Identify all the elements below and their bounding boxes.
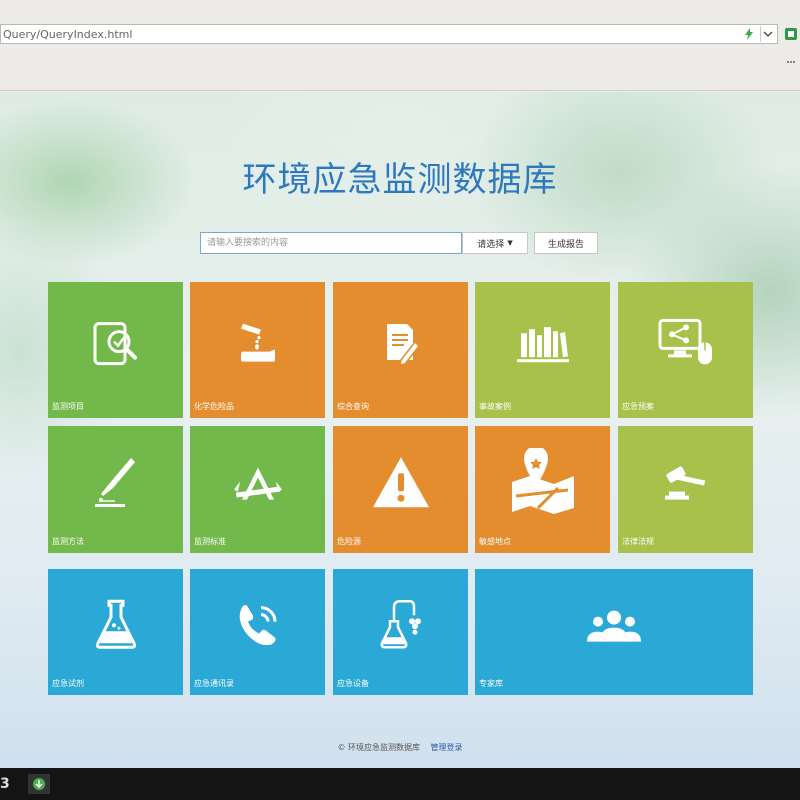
chemical-pour-icon (233, 318, 283, 372)
dropdown-icon[interactable] (760, 26, 775, 42)
document-pen-icon (379, 320, 423, 370)
warning-icon (371, 455, 431, 513)
category-select[interactable]: 请选择 ▼ (462, 232, 528, 254)
caret-down-icon: ▼ (507, 239, 513, 247)
tile-emergency-reagents[interactable]: 应急试剂 (48, 569, 183, 695)
tile-expert-database[interactable]: 专家库 (475, 569, 753, 695)
tile-label: 监测方法 (52, 537, 84, 546)
tile-label: 监测项目 (52, 402, 84, 411)
admin-login-link[interactable]: 管理登录 (431, 743, 463, 752)
books-icon (515, 321, 571, 369)
tile-label: 应急通讯录 (194, 679, 234, 688)
gavel-icon (661, 463, 711, 507)
tile-laws-regulations[interactable]: 法律法规 (618, 426, 753, 553)
tile-emergency-contacts[interactable]: 应急通讯录 (190, 569, 325, 695)
toolbar-divider (0, 90, 800, 91)
tile-accident-cases[interactable]: 事故案例 (475, 282, 610, 418)
tile-label: 监测标准 (194, 537, 226, 546)
taskbar-app-icon[interactable] (28, 774, 50, 794)
tile-comprehensive-query[interactable]: 综合查询 (333, 282, 468, 418)
lightning-icon[interactable] (742, 26, 756, 42)
compass-ruler-icon (230, 463, 286, 507)
people-group-icon (584, 606, 644, 650)
phone-icon (233, 600, 283, 654)
menu-dots-icon[interactable] (786, 52, 796, 71)
pipette-icon (91, 454, 141, 514)
tile-label: 事故案例 (479, 402, 511, 411)
search-input[interactable] (200, 232, 462, 254)
generate-report-button[interactable]: 生成报告 (534, 232, 598, 254)
computer-network-icon (656, 316, 716, 372)
page-title: 环境应急监测数据库 (242, 160, 558, 200)
tile-monitoring-methods[interactable]: 监测方法 (48, 426, 183, 553)
taskbar: 3 (0, 768, 800, 800)
tile-hazardous-chemicals[interactable]: 化学危险品 (190, 282, 325, 418)
tablet-search-icon (91, 318, 141, 372)
tile-label: 综合查询 (337, 402, 369, 411)
footer-copyright: © 环境应急监测数据库 (337, 743, 420, 752)
tile-hazard-sources[interactable]: 危险源 (333, 426, 468, 553)
flask-icon (94, 597, 138, 655)
tile-label: 应急设备 (337, 679, 369, 688)
map-pin-icon (508, 445, 578, 518)
tile-monitoring-items[interactable]: 监测项目 (48, 282, 183, 418)
tile-emergency-equipment[interactable]: 应急设备 (333, 569, 468, 695)
address-url[interactable]: Query/QueryIndex.html (3, 28, 132, 41)
tile-label: 应急预案 (622, 402, 654, 411)
tile-sensitive-locations[interactable]: 敏感地点 (475, 426, 610, 553)
tile-label: 专家库 (479, 679, 503, 688)
tile-label: 敏感地点 (479, 537, 511, 546)
tile-label: 应急试剂 (52, 679, 84, 688)
tile-monitoring-standards[interactable]: 监测标准 (190, 426, 325, 553)
taskbar-glyph: 3 (0, 776, 10, 792)
extension-icon[interactable] (782, 26, 800, 42)
tile-label: 法律法规 (622, 537, 654, 546)
page-viewport: 环境应急监测数据库 请选择 ▼ 生成报告 监测项目 (0, 92, 800, 768)
browser-toolbar: Query/QueryIndex.html (0, 0, 800, 92)
footer: © 环境应急监测数据库 管理登录 (0, 742, 800, 753)
lab-equipment-icon (376, 597, 426, 655)
address-bar[interactable]: Query/QueryIndex.html (0, 24, 778, 44)
category-select-label: 请选择 (477, 239, 505, 250)
tile-emergency-plan[interactable]: 应急预案 (618, 282, 753, 418)
tile-label: 危险源 (337, 537, 361, 546)
tile-label: 化学危险品 (194, 402, 234, 411)
